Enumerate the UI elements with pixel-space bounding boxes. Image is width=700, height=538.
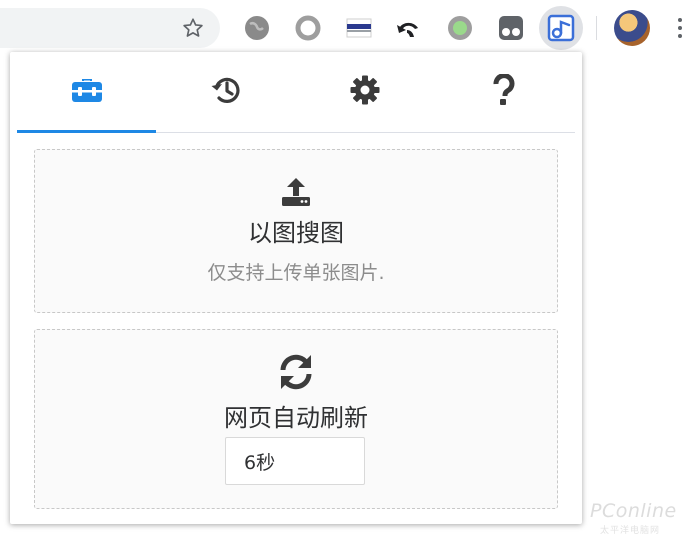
- search-by-image-extension-icon[interactable]: [539, 6, 583, 50]
- gear-icon: [349, 74, 381, 110]
- auto-refresh-card: 网页自动刷新 6秒: [34, 329, 558, 509]
- toolbox-icon: [71, 76, 103, 108]
- watermark-tagline: 太平洋电脑网: [600, 526, 661, 536]
- tab-settings[interactable]: [295, 52, 434, 132]
- question-icon: [492, 73, 516, 110]
- undo-extension-icon[interactable]: [395, 14, 423, 42]
- image-search-card[interactable]: 以图搜图 仅支持上传单张图片.: [34, 149, 558, 313]
- bookmark-star-icon[interactable]: [180, 15, 206, 41]
- refresh-icon: [35, 352, 557, 396]
- tab-help[interactable]: [434, 52, 573, 132]
- browser-menu-icon[interactable]: [668, 14, 692, 42]
- green-dot-extension-icon[interactable]: [446, 14, 474, 42]
- image-search-title: 以图搜图: [248, 219, 344, 247]
- flag-extension-icon[interactable]: [345, 14, 373, 42]
- active-tab-indicator: [17, 130, 156, 133]
- ring-extension-icon[interactable]: [294, 14, 322, 42]
- history-icon: [210, 74, 242, 110]
- extension-popup: 以图搜图 仅支持上传单张图片. 网页自动刷新 6秒: [10, 52, 582, 524]
- upload-icon: [35, 176, 557, 212]
- tab-history[interactable]: [156, 52, 295, 132]
- tab-bar: [17, 52, 575, 133]
- tab-tools[interactable]: [17, 52, 156, 133]
- toolbar-separator: [596, 16, 597, 40]
- profile-avatar[interactable]: [614, 10, 650, 46]
- refresh-interval-input[interactable]: 6秒: [225, 437, 365, 485]
- browser-toolbar: [0, 0, 700, 56]
- tampermonkey-extension-icon[interactable]: [497, 14, 525, 42]
- image-search-subtitle: 仅支持上传单张图片.: [207, 262, 385, 284]
- globe-extension-icon[interactable]: [243, 14, 271, 42]
- watermark-brand: PConline: [590, 500, 677, 522]
- auto-refresh-title: 网页自动刷新: [224, 404, 368, 432]
